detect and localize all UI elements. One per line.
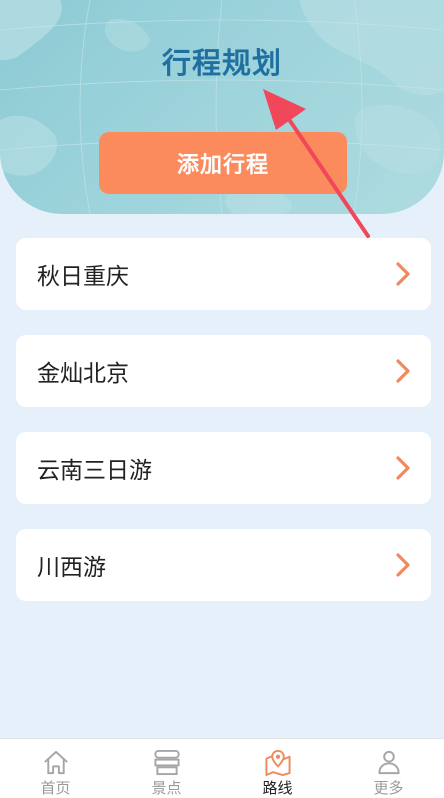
tab-attractions[interactable]: 景点 [111, 739, 222, 798]
trip-name: 秋日重庆 [37, 264, 129, 290]
header-banner: 行程规划 添加行程 [0, 0, 444, 214]
trip-list: 秋日重庆 金灿北京 云南三日游 川西游 [16, 238, 431, 626]
chevron-right-icon [396, 262, 410, 286]
list-item[interactable]: 秋日重庆 [16, 238, 431, 310]
chevron-right-icon [396, 456, 410, 480]
tab-label: 景点 [151, 779, 182, 797]
list-item[interactable]: 云南三日游 [16, 432, 431, 504]
add-trip-button[interactable]: 添加行程 [99, 132, 347, 194]
attractions-icon [153, 749, 180, 776]
tab-label: 路线 [262, 779, 293, 797]
trip-name: 川西游 [37, 555, 106, 581]
tab-label: 首页 [40, 779, 71, 797]
tab-home[interactable]: 首页 [0, 739, 111, 798]
tab-more[interactable]: 更多 [333, 739, 444, 798]
trip-name: 云南三日游 [37, 458, 152, 484]
tab-label: 更多 [373, 779, 404, 797]
chevron-right-icon [396, 359, 410, 383]
chevron-right-icon [396, 553, 410, 577]
list-item[interactable]: 川西游 [16, 529, 431, 601]
route-map-icon [264, 749, 291, 776]
trip-name: 金灿北京 [37, 361, 129, 387]
home-icon [43, 750, 68, 775]
page-title: 行程规划 [161, 46, 282, 80]
tab-route[interactable]: 路线 [222, 739, 333, 798]
user-icon [377, 750, 400, 775]
bottom-tab-bar: 首页 景点 路线 更多 [0, 738, 444, 798]
list-item[interactable]: 金灿北京 [16, 335, 431, 407]
